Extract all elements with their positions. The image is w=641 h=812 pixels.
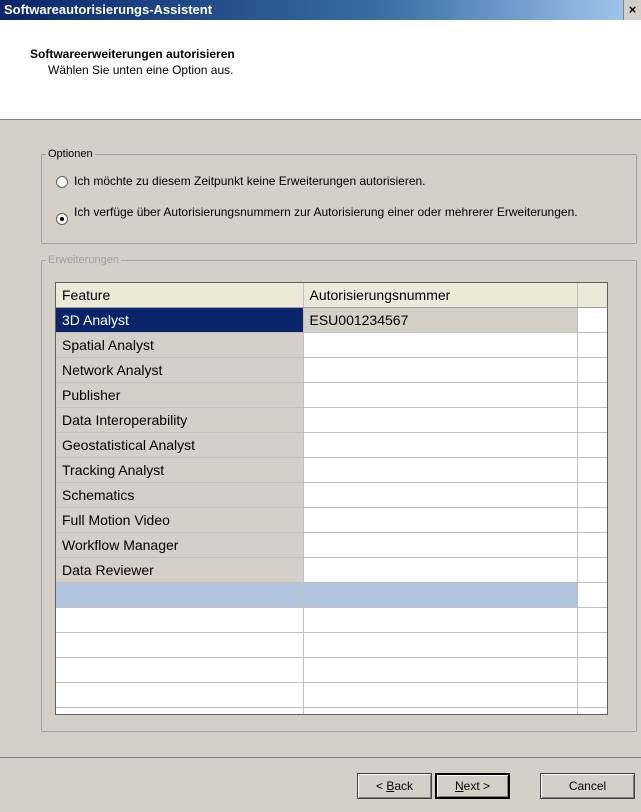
title-bar: Softwareautorisierungs-Assistent × — [0, 0, 641, 20]
option-no-authorization[interactable]: Ich möchte zu diesem Zeitpunkt keine Erw… — [56, 174, 426, 188]
options-group: Optionen Ich möchte zu diesem Zeitpunkt … — [41, 148, 637, 244]
auth-cell[interactable] — [303, 357, 578, 383]
option-have-numbers-label: Ich verfüge über Autorisierungsnummern z… — [74, 205, 578, 219]
options-legend: Optionen — [48, 148, 93, 160]
table-row[interactable]: Workflow Manager — [56, 532, 607, 558]
feature-cell[interactable]: Data Interoperability — [56, 407, 304, 433]
table-row[interactable]: Schematics — [56, 482, 607, 508]
auth-cell[interactable] — [303, 507, 578, 533]
extra-cell — [577, 307, 607, 333]
back-button-label: ack — [394, 779, 414, 793]
empty-row — [56, 607, 607, 633]
table-row[interactable]: Tracking Analyst — [56, 457, 607, 483]
feature-cell[interactable]: 3D Analyst — [56, 307, 304, 333]
radio-have-numbers[interactable] — [56, 213, 68, 225]
empty-row — [56, 682, 607, 708]
footer-divider — [0, 757, 641, 758]
page-title: Softwareerweiterungen autorisieren — [30, 47, 235, 61]
table-row[interactable]: Data Interoperability — [56, 407, 607, 433]
empty-row — [56, 632, 607, 658]
feature-cell[interactable]: Network Analyst — [56, 357, 304, 383]
extra-cell — [577, 457, 607, 483]
page-subtitle: Wählen Sie unten eine Option aus. — [48, 63, 234, 77]
feature-cell[interactable]: Publisher — [56, 382, 304, 408]
extra-cell — [577, 357, 607, 383]
close-button[interactable]: × — [623, 0, 641, 20]
feature-cell[interactable]: Tracking Analyst — [56, 457, 304, 483]
column-header-feature[interactable]: Feature — [56, 283, 304, 308]
feature-cell[interactable]: Geostatistical Analyst — [56, 432, 304, 458]
table-row[interactable]: Spatial Analyst — [56, 332, 607, 358]
next-button-mnemonic: N — [454, 779, 464, 793]
option-have-numbers[interactable]: Ich verfüge über Autorisierungsnummern z… — [56, 205, 596, 225]
auth-cell[interactable] — [303, 482, 578, 508]
new-row-feature-cell[interactable] — [56, 582, 304, 608]
feature-cell[interactable]: Data Reviewer — [56, 557, 304, 583]
extra-cell — [577, 507, 607, 533]
auth-cell[interactable]: ESU001234567 — [303, 307, 578, 333]
extensions-legend: Erweiterungen — [48, 254, 119, 266]
table-row[interactable]: 3D Analyst ESU001234567 — [56, 307, 607, 333]
table-row[interactable]: Geostatistical Analyst — [56, 432, 607, 458]
radio-no-authorization[interactable] — [56, 176, 68, 188]
feature-cell[interactable]: Schematics — [56, 482, 304, 508]
auth-cell[interactable] — [303, 382, 578, 408]
extra-cell — [577, 432, 607, 458]
empty-row — [56, 657, 607, 683]
column-header-extra — [577, 283, 607, 308]
feature-cell[interactable]: Full Motion Video — [56, 507, 304, 533]
table-row[interactable]: Publisher — [56, 382, 607, 408]
auth-cell[interactable] — [303, 407, 578, 433]
extensions-grid[interactable]: Feature Autorisierungsnummer 3D Analyst … — [55, 282, 608, 715]
empty-row — [56, 707, 607, 714]
auth-cell[interactable] — [303, 432, 578, 458]
extra-cell — [577, 382, 607, 408]
cancel-button[interactable]: Cancel — [540, 773, 635, 799]
auth-cell[interactable] — [303, 557, 578, 583]
window-title: Softwareautorisierungs-Assistent — [4, 2, 213, 17]
extra-cell — [577, 557, 607, 583]
auth-cell[interactable] — [303, 532, 578, 558]
option-no-authorization-label: Ich möchte zu diesem Zeitpunkt keine Erw… — [74, 174, 426, 188]
back-button[interactable]: < Back — [357, 773, 432, 799]
wizard-header: Softwareerweiterungen autorisieren Wähle… — [0, 20, 641, 120]
next-button[interactable]: Next > — [435, 773, 510, 799]
back-button-prefix: < — [375, 779, 387, 793]
auth-cell[interactable] — [303, 332, 578, 358]
new-row-auth-cell[interactable] — [303, 582, 578, 608]
table-row[interactable]: Data Reviewer — [56, 557, 607, 583]
column-header-auth[interactable]: Autorisierungsnummer — [303, 283, 578, 308]
table-row[interactable]: Network Analyst — [56, 357, 607, 383]
feature-cell[interactable]: Workflow Manager — [56, 532, 304, 558]
feature-cell[interactable]: Spatial Analyst — [56, 332, 304, 358]
auth-cell[interactable] — [303, 457, 578, 483]
table-row[interactable]: Full Motion Video — [56, 507, 607, 533]
new-row[interactable] — [56, 582, 607, 608]
extra-cell — [577, 532, 607, 558]
next-button-label: ext > — [463, 779, 491, 793]
extra-cell — [577, 332, 607, 358]
extra-cell — [577, 582, 607, 608]
extra-cell — [577, 482, 607, 508]
extra-cell — [577, 407, 607, 433]
